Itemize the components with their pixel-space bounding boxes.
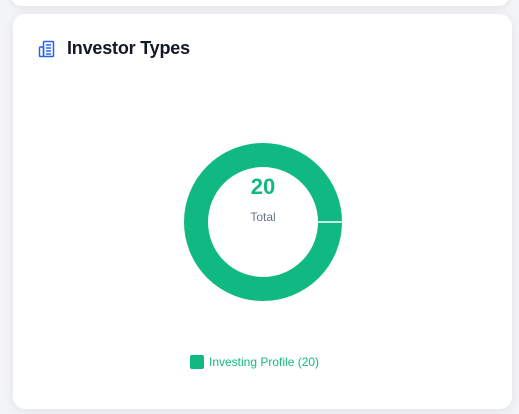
chart-legend: Investing Profile (20) [190,355,319,369]
legend-item-label[interactable]: Investing Profile (20) [209,355,319,369]
legend-swatch [190,355,204,369]
previous-card-edge [10,0,510,6]
total-label: Total [250,210,276,224]
investor-types-card: Investor Types 20 Total Investing Profil… [13,14,512,409]
donut-chart: 20 Total [13,14,512,409]
total-value: 20 [250,174,276,199]
